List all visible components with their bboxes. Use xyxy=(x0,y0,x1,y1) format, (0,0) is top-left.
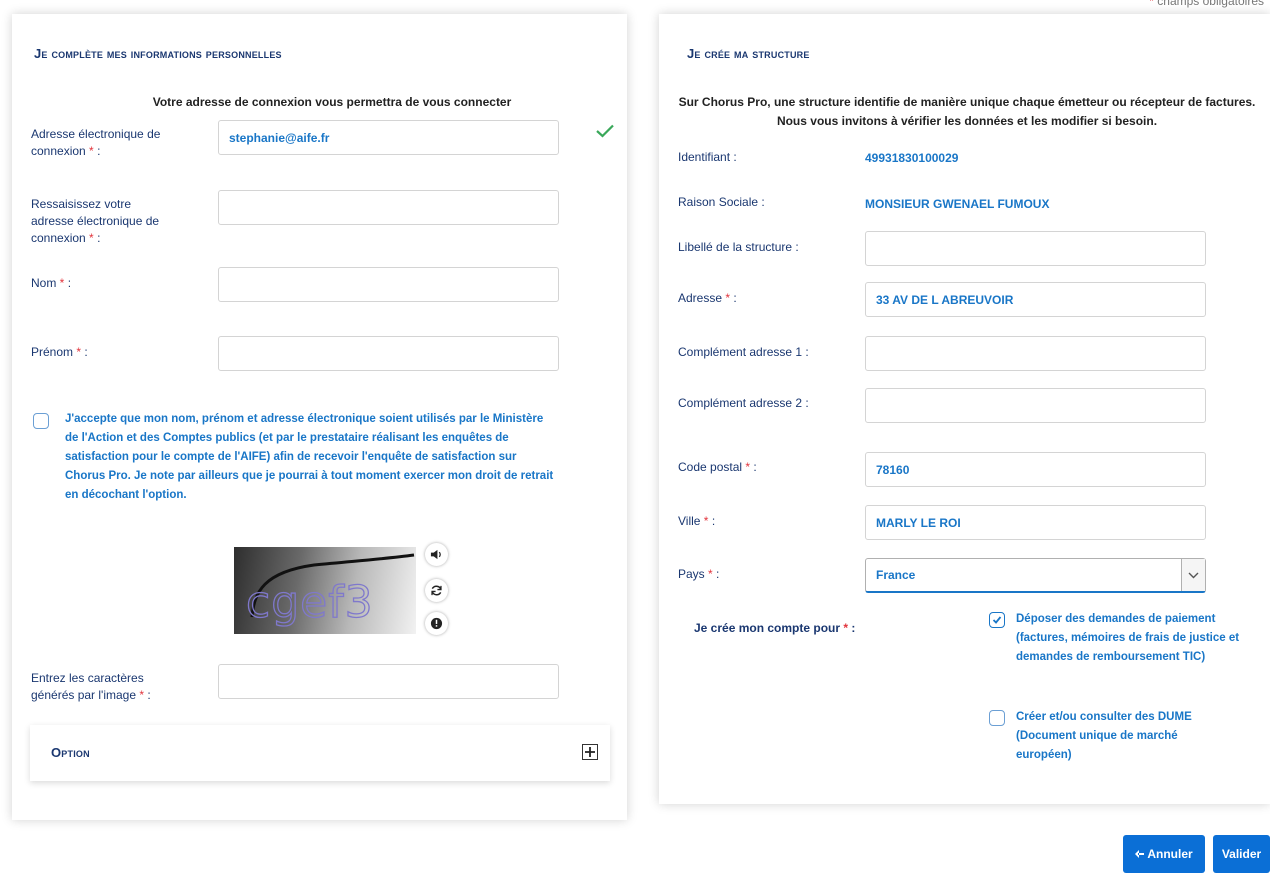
chevron-down-icon[interactable] xyxy=(1181,559,1205,591)
libelle-field[interactable] xyxy=(865,231,1206,266)
identifiant-label: Identifiant : xyxy=(678,150,737,164)
personal-info-panel: Je complète mes informations personnelle… xyxy=(12,14,627,820)
cancel-button[interactable]: Annuler xyxy=(1123,835,1205,873)
complement2-label: Complément adresse 2 : xyxy=(678,396,809,410)
structure-panel: Je crée ma structure Sur Chorus Pro, une… xyxy=(659,14,1270,804)
ville-label: Ville * : xyxy=(678,514,716,528)
consent-text: J'accepte que mon nom, prénom et adresse… xyxy=(65,413,554,501)
option-title: Option xyxy=(51,745,90,760)
valid-check-icon xyxy=(596,124,614,138)
nom-label: Nom * : xyxy=(31,276,72,290)
captcha-refresh-button[interactable] xyxy=(425,579,448,602)
captcha-audio-button[interactable] xyxy=(425,543,448,566)
adresse-field[interactable]: 33 AV DE L ABREUVOIR xyxy=(865,282,1206,317)
validate-button[interactable]: Valider xyxy=(1213,835,1270,873)
speaker-icon xyxy=(430,549,441,560)
code-postal-field[interactable]: 78160 xyxy=(865,452,1206,487)
code-postal-label: Code postal * : xyxy=(678,460,757,474)
email-field[interactable]: stephanie@aife.fr xyxy=(218,120,559,155)
confirm-email-field[interactable] xyxy=(218,190,559,225)
raison-sociale-label: Raison Sociale : xyxy=(678,195,765,209)
prenom-label: Prénom * : xyxy=(31,345,88,359)
option1-text: Déposer des demandes de paiement (factur… xyxy=(1016,613,1240,663)
structure-intro: Sur Chorus Pro, une structure identifie … xyxy=(678,95,1256,128)
refresh-icon xyxy=(431,585,442,596)
compte-pour-label: Je crée mon compte pour * : xyxy=(694,621,856,635)
personal-info-title: Je complète mes informations personnelle… xyxy=(34,46,282,61)
identifiant-value: 49931830100029 xyxy=(865,151,959,165)
pays-select[interactable]: France xyxy=(865,558,1206,593)
complement2-field[interactable] xyxy=(865,388,1206,423)
expand-plus-icon[interactable] xyxy=(582,744,598,760)
consent-checkbox[interactable] xyxy=(33,413,49,429)
personal-info-intro: Votre adresse de connexion vous permettr… xyxy=(152,95,512,109)
captcha-image: cgef3 xyxy=(234,547,416,634)
pays-selected-value: France xyxy=(876,568,916,582)
option2-checkbox[interactable] xyxy=(989,710,1005,726)
captcha-input[interactable] xyxy=(218,664,559,699)
option1-checkbox[interactable] xyxy=(989,612,1005,628)
confirm-email-label: Ressaisissez votre adresse électronique … xyxy=(31,197,160,245)
libelle-label: Libellé de la structure : xyxy=(678,240,799,254)
raison-sociale-value: MONSIEUR GWENAEL FUMOUX xyxy=(865,197,1050,211)
captcha-help-button[interactable] xyxy=(425,612,448,635)
complement1-field[interactable] xyxy=(865,336,1206,371)
nom-field[interactable] xyxy=(218,267,559,302)
captcha-text: cgef3 xyxy=(245,576,374,628)
structure-title: Je crée ma structure xyxy=(687,46,810,61)
email-label: Adresse électronique de connexion * : xyxy=(31,127,161,158)
complement1-label: Complément adresse 1 : xyxy=(678,345,809,359)
prenom-field[interactable] xyxy=(218,336,559,371)
required-fields-note: * champs obligatoires xyxy=(1149,0,1264,8)
check-icon xyxy=(992,616,1002,624)
adresse-label: Adresse * : xyxy=(678,291,737,305)
captcha-label: Entrez les caractères générés par l'imag… xyxy=(31,671,151,702)
help-icon xyxy=(430,617,443,630)
pays-label: Pays * : xyxy=(678,567,720,581)
option-section[interactable]: Option xyxy=(30,725,610,781)
option2-text: Créer et/ou consulter des DUME (Document… xyxy=(1016,711,1192,761)
arrow-left-icon xyxy=(1135,850,1145,858)
ville-field[interactable]: MARLY LE ROI xyxy=(865,505,1206,540)
